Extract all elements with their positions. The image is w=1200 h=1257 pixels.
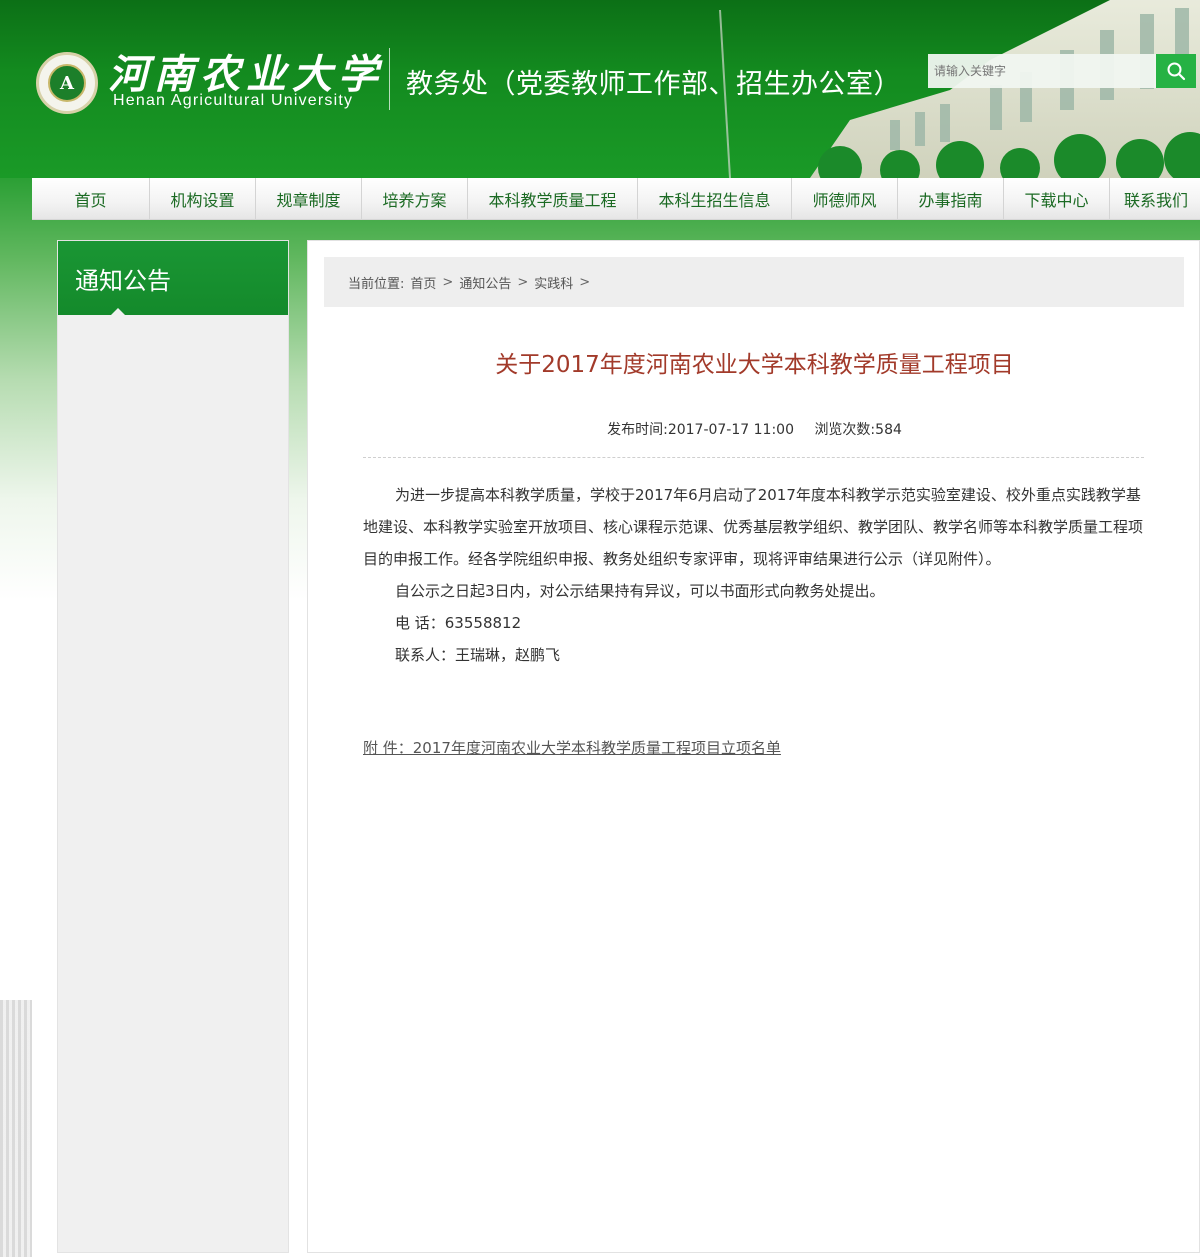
article-paragraph: 联系人：王瑞琳，赵鹏飞 xyxy=(395,646,561,664)
search-button[interactable] xyxy=(1156,54,1196,88)
article-paragraph: 自公示之日起3日内，对公示结果持有异议，可以书面形式向教务处提出。 xyxy=(395,582,885,600)
nav-item-training-plan[interactable]: 培养方案 xyxy=(362,178,468,219)
publish-time-value: 2017-07-17 11:00 xyxy=(667,422,794,438)
university-logo[interactable]: A xyxy=(36,52,98,114)
sidebar-title: 通知公告 xyxy=(58,241,288,316)
view-count: 浏览次数:584 xyxy=(814,422,901,438)
search-icon xyxy=(1167,62,1186,81)
header-divider xyxy=(389,48,390,110)
nav-item-organization[interactable]: 机构设置 xyxy=(150,178,256,219)
article-meta: 发布时间:2017-07-17 11:00 浏览次数:584 xyxy=(308,419,1200,439)
nav-item-ethics[interactable]: 师德师风 xyxy=(792,178,898,219)
attachment-link[interactable]: 附 件：2017年度河南农业大学本科教学质量工程项目立项名单 xyxy=(363,737,781,758)
nav-item-downloads[interactable]: 下载中心 xyxy=(1004,178,1110,219)
site-header: A 河南农业大学 Henan Agricultural University 教… xyxy=(0,0,1200,178)
breadcrumb-separator: > xyxy=(442,274,454,290)
background-building-image xyxy=(0,1000,32,1257)
sidebar-notch xyxy=(110,308,126,316)
publish-time-label: 发布时间: xyxy=(607,422,668,438)
sidebar: 通知公告 xyxy=(57,240,289,1253)
nav-item-guide[interactable]: 办事指南 xyxy=(898,178,1004,219)
department-title: 教务处（党委教师工作部、招生办公室） xyxy=(406,69,901,100)
search-input[interactable] xyxy=(928,54,1156,88)
article-paragraph: 为进一步提高本科教学质量，学校于2017年6月启动了2017年度本科教学示范实验… xyxy=(363,486,1144,568)
breadcrumb-separator: > xyxy=(517,274,529,290)
article-body: 为进一步提高本科教学质量，学校于2017年6月启动了2017年度本科教学示范实验… xyxy=(363,479,1144,671)
nav-item-regulations[interactable]: 规章制度 xyxy=(256,178,362,219)
main-content: 当前位置: 首页 > 通知公告 > 实践科 > 关于2017年度河南农业大学本科… xyxy=(307,240,1200,1253)
publish-time: 发布时间:2017-07-17 11:00 xyxy=(607,422,794,438)
nav-item-contact[interactable]: 联系我们 xyxy=(1110,178,1200,219)
breadcrumb-home[interactable]: 首页 xyxy=(410,273,436,292)
breadcrumb-prefix: 当前位置: xyxy=(348,276,405,292)
nav-item-home[interactable]: 首页 xyxy=(32,178,150,219)
main-nav: 首页 机构设置 规章制度 培养方案 本科教学质量工程 本科生招生信息 师德师风 … xyxy=(32,178,1200,220)
nav-item-admissions[interactable]: 本科生招生信息 xyxy=(638,178,792,219)
article-title: 关于2017年度河南农业大学本科教学质量工程项目 xyxy=(495,352,1014,378)
breadcrumb-separator: > xyxy=(579,274,591,290)
view-count-value: 584 xyxy=(875,422,902,438)
sidebar-title-text: 通知公告 xyxy=(75,266,171,295)
logo-emblem-icon: A xyxy=(48,64,86,102)
breadcrumb: 当前位置: 首页 > 通知公告 > 实践科 > xyxy=(324,257,1184,307)
article-paragraph: 电 话：63558812 xyxy=(395,614,522,632)
university-name-en: Henan Agricultural University xyxy=(113,92,354,109)
breadcrumb-notices[interactable]: 通知公告 xyxy=(459,273,511,292)
view-count-label: 浏览次数: xyxy=(814,422,876,438)
meta-divider xyxy=(363,457,1144,458)
nav-item-teaching-quality[interactable]: 本科教学质量工程 xyxy=(468,178,638,219)
search-box xyxy=(928,54,1196,88)
breadcrumb-practice[interactable]: 实践科 xyxy=(534,273,573,292)
